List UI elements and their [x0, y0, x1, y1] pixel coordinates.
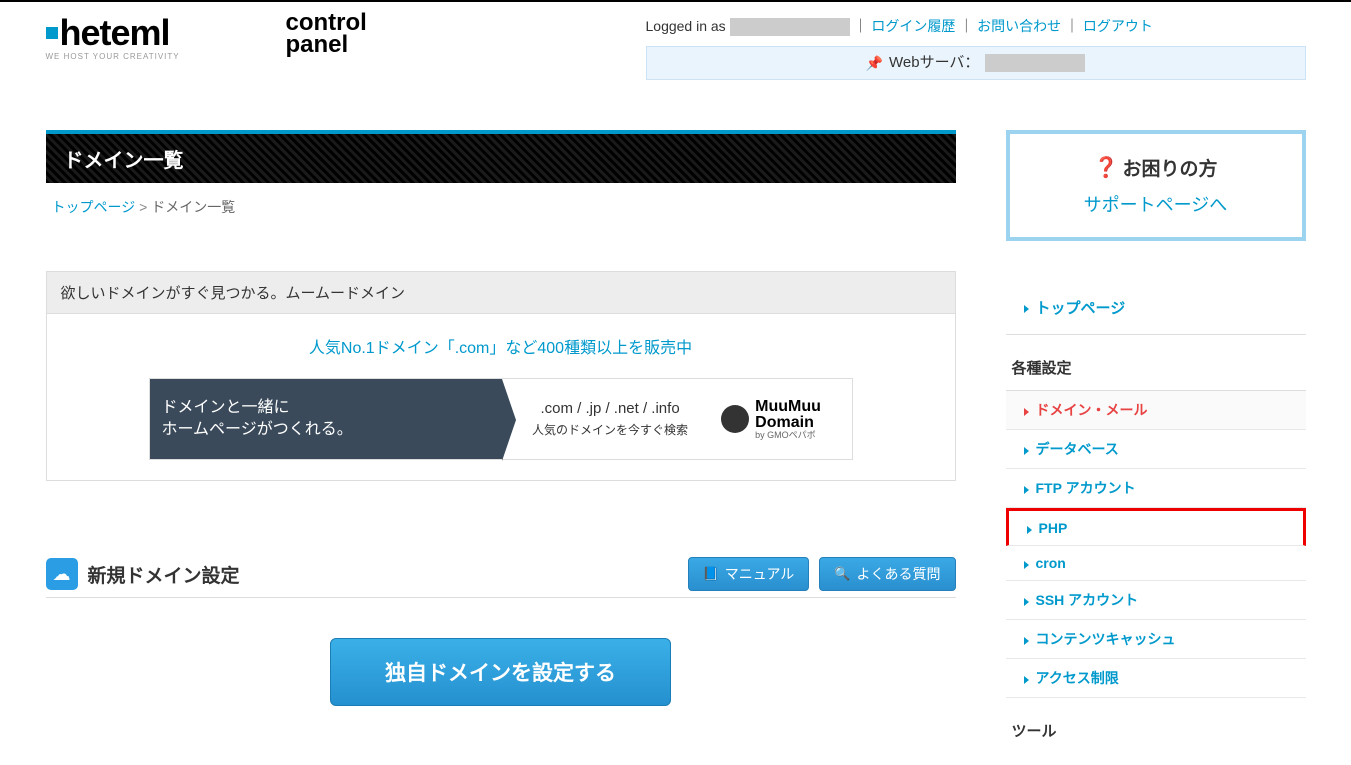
sidebar-link-SSH アカウント[interactable]: SSH アカウント	[1006, 581, 1306, 619]
sidebar-link-cron[interactable]: cron	[1006, 546, 1306, 580]
page-title: ドメイン一覧	[46, 130, 956, 183]
support-page-link[interactable]: サポートページへ	[1030, 191, 1282, 217]
new-domain-section-bar: ☁ 新規ドメイン設定 📘 マニュアル 🔍 よくある質問	[46, 551, 956, 598]
sidebar-item-4: cron	[1006, 546, 1306, 581]
pin-icon: 📌	[866, 46, 883, 80]
sidebar-link-コンテンツキャッシュ[interactable]: コンテンツキャッシュ	[1006, 620, 1306, 658]
control-panel-text: controlpanel	[286, 12, 367, 55]
sidebar-link-PHP[interactable]: PHP	[1009, 511, 1303, 545]
arrow-right-icon	[1027, 526, 1032, 534]
promo-header: 欲しいドメインがすぐ見つかる。ムームードメイン	[46, 271, 956, 314]
question-icon: ❓	[1094, 155, 1119, 180]
sidebar-item-7: アクセス制限	[1006, 659, 1306, 698]
promo-banner-left: ドメインと一緒に ホームページがつくれる。	[150, 379, 502, 459]
sidebar-link-FTP アカウント[interactable]: FTP アカウント	[1006, 469, 1306, 507]
help-title-text: お困りの方	[1122, 154, 1217, 181]
arrow-right-icon	[1024, 447, 1029, 455]
promo-banner-right: .com / .jp / .net / .info 人気のドメインを今すぐ検索 …	[502, 379, 852, 459]
promo-main-link[interactable]: 人気No.1ドメイン「.com」など400種類以上を販売中	[309, 340, 692, 357]
top-links-bar: Logged in as ｜ ログイン履歴 ｜ お問い合わせ ｜ ログアウト	[646, 12, 1306, 46]
sidebar-item-6: コンテンツキャッシュ	[1006, 620, 1306, 659]
arrow-right-icon	[1024, 676, 1029, 684]
manual-button[interactable]: 📘 マニュアル	[688, 557, 810, 591]
breadcrumb-top[interactable]: トップページ	[52, 199, 136, 215]
arrow-right-icon	[1024, 561, 1029, 569]
arrow-right-icon	[1024, 408, 1029, 416]
faq-button[interactable]: 🔍 よくある質問	[819, 557, 955, 591]
sidebar-link-アクセス制限[interactable]: アクセス制限	[1006, 659, 1306, 697]
promo-banner[interactable]: ドメインと一緒に ホームページがつくれる。 .com / .jp / .net …	[149, 378, 853, 460]
login-history-link[interactable]: ログイン履歴	[871, 18, 955, 34]
promo-domain-list: .com / .jp / .net / .info	[532, 400, 688, 417]
logout-link[interactable]: ログアウト	[1083, 18, 1153, 34]
breadcrumb: トップページ > ドメイン一覧	[46, 183, 956, 231]
logo-tagline: WE HOST YOUR CREATIVITY	[46, 52, 276, 61]
web-server-label: Webサーバ：	[889, 46, 979, 80]
sidebar-tools-heading: ツール	[1006, 708, 1306, 753]
sidebar-item-5: SSH アカウント	[1006, 581, 1306, 620]
sidebar-item-1: データベース	[1006, 430, 1306, 469]
arrow-right-icon	[1024, 486, 1029, 494]
logo[interactable]: heteml WE HOST YOUR CREATIVITY controlpa…	[46, 12, 367, 60]
sidebar-item-0: ドメイン・メール	[1006, 391, 1306, 430]
search-icon: 🔍	[834, 566, 850, 582]
book-icon: 📘	[703, 566, 719, 582]
sidebar: ❓ お困りの方 サポートページへ トップページ 各種設定 ドメイン・メールデータ…	[1006, 130, 1306, 753]
sidebar-link-データベース[interactable]: データベース	[1006, 430, 1306, 468]
new-domain-icon: ☁	[46, 558, 78, 590]
arrow-right-icon	[1024, 637, 1029, 645]
muumuu-icon	[721, 405, 749, 433]
new-domain-title: 新規ドメイン設定	[88, 561, 240, 588]
contact-link[interactable]: お問い合わせ	[977, 18, 1061, 34]
help-box: ❓ お困りの方 サポートページへ	[1006, 130, 1306, 241]
promo-body: 人気No.1ドメイン「.com」など400種類以上を販売中 ドメインと一緒に ホ…	[46, 314, 956, 481]
main-content: ドメイン一覧 トップページ > ドメイン一覧 欲しいドメインがすぐ見つかる。ムー…	[46, 130, 956, 736]
set-own-domain-button[interactable]: 独自ドメインを設定する	[330, 638, 671, 706]
logged-in-masked	[730, 18, 850, 36]
header: heteml WE HOST YOUR CREATIVITY controlpa…	[46, 2, 1306, 80]
arrow-right-icon	[1024, 305, 1029, 313]
server-info-bar: 📌 Webサーバ：	[646, 46, 1306, 80]
arrow-right-icon	[1024, 598, 1029, 606]
sidebar-top-link[interactable]: トップページ	[1006, 281, 1306, 335]
sidebar-link-ドメイン・メール[interactable]: ドメイン・メール	[1006, 391, 1306, 429]
logged-in-label: Logged in as	[646, 18, 730, 34]
sidebar-item-2: FTP アカウント	[1006, 469, 1306, 508]
server-name-masked	[985, 54, 1085, 72]
sidebar-item-3: PHP	[1006, 508, 1306, 546]
sidebar-settings-heading: 各種設定	[1006, 345, 1306, 391]
sidebar-settings-list: ドメイン・メールデータベースFTP アカウント PHPcronSSH アカウントコ…	[1006, 391, 1306, 698]
promo-domain-sub: 人気のドメインを今すぐ検索	[532, 421, 688, 438]
breadcrumb-current: ドメイン一覧	[151, 199, 235, 215]
muumuu-logo: MuuMuu Domain by GMOペパボ	[721, 399, 821, 440]
